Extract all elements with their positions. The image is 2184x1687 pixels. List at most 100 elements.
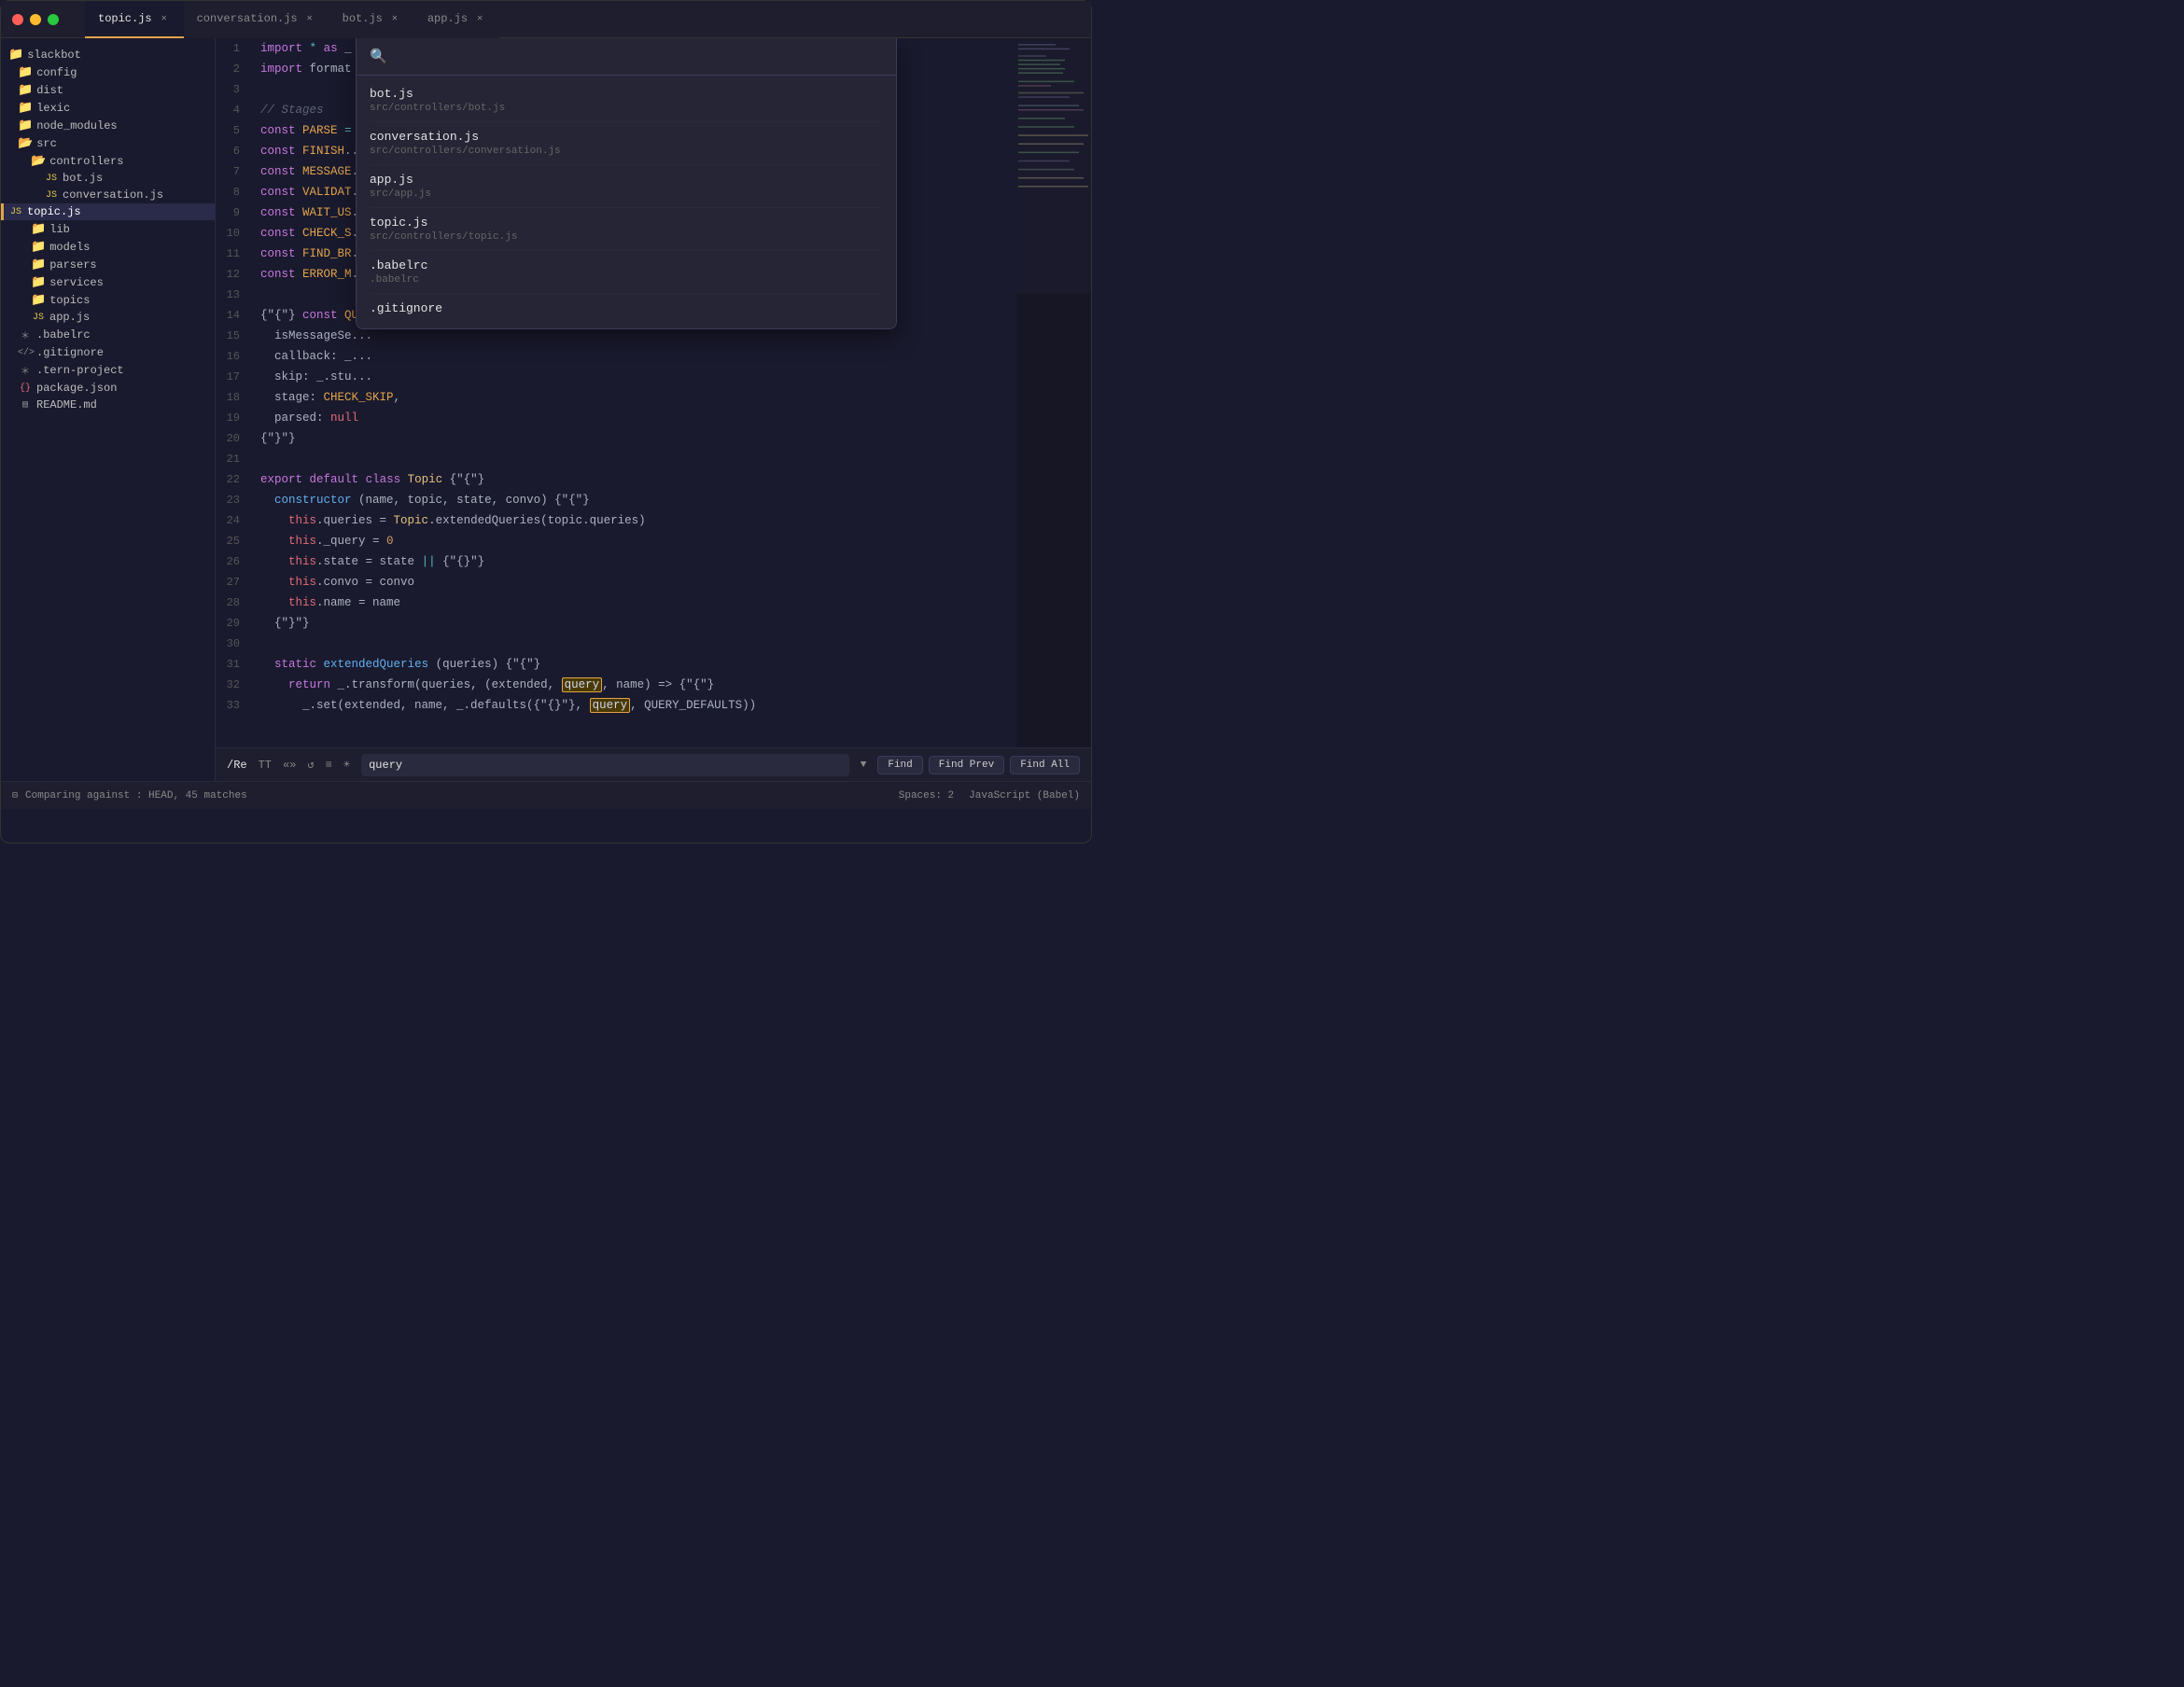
line-num-23: 23 [216, 490, 247, 510]
status-right: Spaces: 2 JavaScript (Babel) [899, 790, 1080, 802]
find-toggle-regex[interactable]: /Re [227, 759, 247, 772]
folder-icon: 📁 [18, 65, 33, 79]
line-num-26: 26 [216, 551, 247, 572]
sidebar-label: src [36, 137, 57, 150]
tab-close-topic[interactable]: ✕ [158, 12, 171, 25]
tab-close-app[interactable]: ✕ [473, 12, 486, 25]
sidebar-item-lib[interactable]: 📁 lib [1, 220, 215, 238]
sidebar-item-app-js[interactable]: JS app.js [1, 309, 215, 326]
spaces-label: Spaces: 2 [899, 790, 954, 802]
code-line-26: this.state = state || {"{}"} [260, 551, 1016, 572]
find-toggle-preserve[interactable]: ≡ [326, 759, 332, 772]
sidebar-label: lexic [36, 102, 70, 115]
regex-label: /Re [227, 759, 247, 772]
case-label: TT [259, 759, 272, 772]
find-all-button[interactable]: Find All [1010, 756, 1080, 774]
search-input[interactable] [395, 49, 883, 64]
find-toggle-wrap[interactable]: ↺ [307, 758, 314, 772]
sidebar-item-tern-project[interactable]: ＊ .tern-project [1, 361, 215, 380]
line-num-22: 22 [216, 469, 247, 490]
code-editor: 🔍 bot.js src/controllers/bot.js conversa… [216, 38, 1091, 781]
js-file-icon: JS [44, 174, 59, 184]
result-filename: topic.js [370, 216, 883, 230]
line-num-7: 7 [216, 161, 247, 182]
sidebar-item-node-modules[interactable]: 📁 node_modules [1, 117, 215, 134]
find-toggle-light[interactable]: ☀ [343, 758, 350, 772]
tab-label: app.js [427, 12, 468, 25]
tab-label: bot.js [343, 12, 383, 25]
find-button[interactable]: Find [877, 756, 922, 774]
maximize-button[interactable] [48, 14, 59, 25]
sidebar-item-bot-js[interactable]: JS bot.js [1, 170, 215, 187]
sidebar-label: .gitignore [36, 346, 104, 359]
line-num-25: 25 [216, 531, 247, 551]
find-bar: /Re TT «» ↺ ≡ ☀ ▼ Find Find Pre [216, 747, 1091, 781]
sidebar-item-conversation-js[interactable]: JS conversation.js [1, 187, 215, 203]
sidebar-item-slackbot[interactable]: 📁 slackbot [1, 46, 215, 63]
tab-app-js[interactable]: app.js ✕ [414, 1, 499, 38]
sidebar-item-parsers[interactable]: 📁 parsers [1, 256, 215, 273]
search-result-topic-js[interactable]: topic.js src/controllers/topic.js [357, 208, 896, 250]
tab-topic-js[interactable]: topic.js ✕ [85, 1, 184, 38]
folder-icon: 📁 [18, 83, 33, 97]
tab-bot-js[interactable]: bot.js ✕ [329, 1, 414, 38]
sidebar-item-src[interactable]: 📂 src [1, 134, 215, 152]
result-filename: conversation.js [370, 130, 883, 144]
sidebar-item-services[interactable]: 📁 services [1, 273, 215, 291]
result-path: src/controllers/conversation.js [370, 146, 883, 157]
find-dropdown-arrow[interactable]: ▼ [861, 760, 867, 771]
find-actions: Find Find Prev Find All [877, 756, 1080, 774]
code-line-32: return _.transform(queries, (extended, q… [260, 675, 1016, 695]
line-num-30: 30 [216, 634, 247, 654]
line-num-19: 19 [216, 408, 247, 428]
sidebar-label: dist [36, 84, 63, 97]
find-prev-button[interactable]: Find Prev [929, 756, 1004, 774]
line-num-17: 17 [216, 367, 247, 387]
tab-conversation-js[interactable]: conversation.js ✕ [184, 1, 329, 38]
close-button[interactable] [12, 14, 23, 25]
sidebar-label: topics [49, 294, 90, 307]
search-result-bot-js[interactable]: bot.js src/controllers/bot.js [357, 79, 896, 121]
sidebar-item-config[interactable]: 📁 config [1, 63, 215, 81]
sidebar-item-dist[interactable]: 📁 dist [1, 81, 215, 99]
sidebar-item-babelrc[interactable]: ＊ .babelrc [1, 326, 215, 344]
line-num-18: 18 [216, 387, 247, 408]
traffic-lights [12, 14, 59, 25]
folder-icon: 📁 [31, 222, 46, 236]
sidebar-item-package-json[interactable]: {} package.json [1, 380, 215, 397]
sidebar-item-topics[interactable]: 📁 topics [1, 291, 215, 309]
sidebar: 📁 slackbot 📁 config 📁 dist 📁 lexic 📁 nod… [1, 38, 216, 781]
search-result-app-js[interactable]: app.js src/app.js [357, 165, 896, 207]
find-input[interactable] [369, 759, 842, 772]
line-num-9: 9 [216, 202, 247, 223]
line-num-3: 3 [216, 79, 247, 100]
result-path: src/controllers/bot.js [370, 103, 883, 114]
sidebar-label: README.md [36, 398, 97, 411]
find-toggle-case[interactable]: TT [259, 759, 272, 772]
line-num-14: 14 [216, 305, 247, 326]
search-result-gitignore[interactable]: .gitignore [357, 294, 896, 325]
search-result-babelrc[interactable]: .babelrc .babelrc [357, 251, 896, 293]
sidebar-item-models[interactable]: 📁 models [1, 238, 215, 256]
tab-close-conversation[interactable]: ✕ [303, 12, 316, 25]
sidebar-item-readme[interactable]: ▤ README.md [1, 397, 215, 413]
tab-close-bot[interactable]: ✕ [388, 12, 401, 25]
find-toggle-word[interactable]: «» [283, 759, 296, 772]
search-icon: 🔍 [370, 48, 387, 65]
sidebar-label: bot.js [63, 172, 103, 185]
minimize-button[interactable] [30, 14, 41, 25]
folder-icon: 📁 [31, 258, 46, 272]
code-line-28: this.name = name [260, 593, 1016, 613]
code-line-27: this.convo = convo [260, 572, 1016, 593]
sidebar-item-lexic[interactable]: 📁 lexic [1, 99, 215, 117]
search-results: bot.js src/controllers/bot.js conversati… [357, 76, 896, 328]
sidebar-item-controllers[interactable]: 📂 controllers [1, 152, 215, 170]
line-num-5: 5 [216, 120, 247, 141]
preserve-label: ≡ [326, 759, 332, 772]
sidebar-item-topic-js[interactable]: JS topic.js [1, 203, 215, 220]
ast-file-icon: ＊ [18, 328, 33, 342]
sidebar-label: conversation.js [63, 188, 163, 202]
result-path: src/app.js [370, 188, 883, 200]
sidebar-item-gitignore[interactable]: </> .gitignore [1, 344, 215, 361]
search-result-conversation-js[interactable]: conversation.js src/controllers/conversa… [357, 122, 896, 164]
